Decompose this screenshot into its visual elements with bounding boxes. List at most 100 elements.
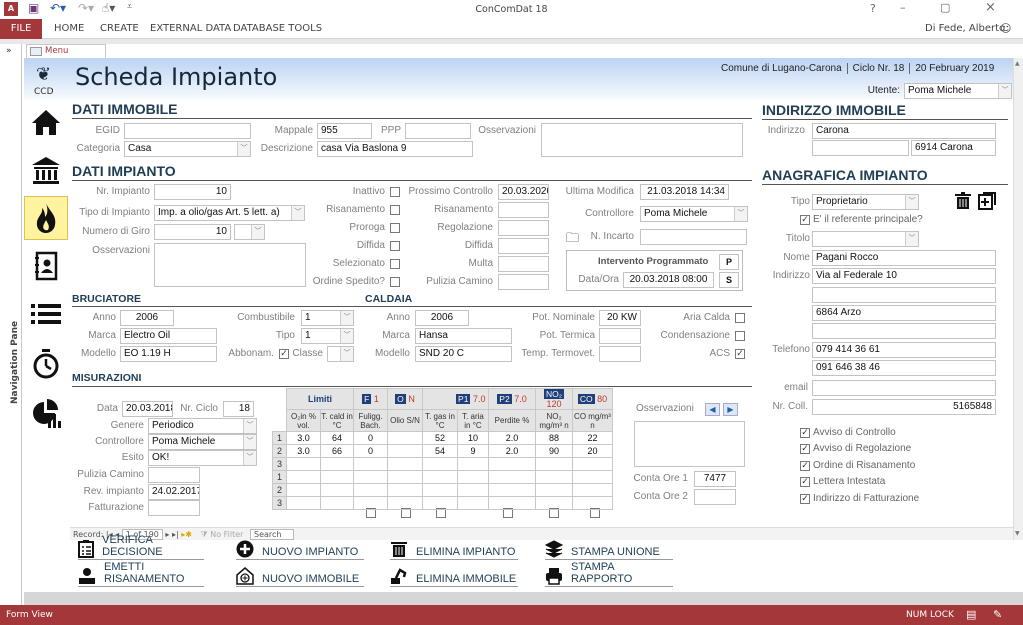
a-indirizzo-field[interactable]: Via al Federale 10	[812, 268, 996, 284]
proroga-checkbox[interactable]	[390, 223, 400, 233]
a-ind4-field[interactable]	[812, 323, 996, 339]
minimize-button[interactable]: –	[900, 1, 906, 14]
layout-view-icon[interactable]: ✎	[993, 605, 1002, 625]
table-cell[interactable]	[320, 496, 354, 510]
p-button[interactable]: P	[719, 254, 739, 270]
table-cell[interactable]: 64	[320, 431, 354, 445]
aria-calda-checkbox[interactable]	[735, 313, 745, 323]
table-cell[interactable]	[457, 457, 489, 471]
elimina-immobile-button[interactable]: ELIMINA IMMOBILE	[390, 567, 518, 587]
table-cell[interactable]: 3.0	[286, 431, 321, 445]
table-cell[interactable]	[422, 496, 458, 510]
table-cell[interactable]	[286, 470, 321, 484]
table-cell[interactable]	[320, 457, 354, 471]
table-cell[interactable]: 90	[535, 444, 573, 458]
m-pulizia-field[interactable]	[148, 467, 200, 483]
table-cell[interactable]	[572, 496, 613, 510]
table-cell[interactable]	[387, 483, 423, 497]
help-icon[interactable]: ?	[870, 2, 876, 15]
s-button[interactable]: S	[719, 272, 739, 288]
table-cell[interactable]: 66	[320, 444, 354, 458]
nome-field[interactable]: Pagani Rocco	[812, 250, 996, 266]
chevron-down-icon[interactable]: ﹀	[243, 419, 256, 433]
table-cell[interactable]	[353, 470, 388, 484]
table-cell[interactable]	[572, 457, 613, 471]
table-cell[interactable]	[535, 457, 573, 471]
c-anno-field[interactable]: 2006	[415, 310, 469, 326]
table-cell[interactable]	[353, 483, 388, 497]
table-cell[interactable]: 2.0	[488, 431, 536, 445]
table-cell[interactable]: 0	[353, 444, 388, 458]
nr-coll-field[interactable]: 5165848	[812, 399, 996, 415]
chevron-down-icon[interactable]: ﹀	[905, 195, 918, 209]
table-cell[interactable]	[320, 470, 354, 484]
tab-external-data[interactable]: EXTERNAL DATA	[150, 19, 231, 39]
table-cell[interactable]	[535, 470, 573, 484]
genere-combo[interactable]: Periodico ﹀	[148, 418, 257, 434]
stampa-unione-button[interactable]: STAMPA UNIONE	[545, 540, 673, 560]
diffida-checkbox[interactable]	[390, 241, 400, 251]
table-cell[interactable]	[572, 483, 613, 497]
rev-impianto-field[interactable]: 24.02.2017	[148, 484, 200, 500]
table-cell[interactable]	[286, 496, 321, 510]
table-cell[interactable]	[457, 496, 489, 510]
fatturazione-field[interactable]	[148, 500, 200, 516]
table-cell[interactable]	[457, 470, 489, 484]
table-cell[interactable]	[387, 444, 423, 458]
prev-record-arrow[interactable]: ◀	[705, 403, 720, 416]
numero-giro-field[interactable]: 10	[154, 224, 231, 240]
risanamento-checkbox[interactable]	[390, 205, 400, 215]
a-tipo-combo[interactable]: Proprietario ﹀	[812, 194, 919, 210]
verifica-decisione-button[interactable]: VERIFICA DECISIONE	[78, 534, 204, 560]
telefono-field[interactable]: 079 414 36 61	[812, 342, 996, 358]
table-cell[interactable]: 22	[572, 431, 613, 445]
nuovo-immobile-button[interactable]: NUOVO IMMOBILE	[236, 567, 364, 587]
titolo-combo[interactable]: ﹀	[812, 231, 919, 247]
form-view-icon[interactable]: ▤	[966, 605, 976, 625]
vertical-scrollbar[interactable]: ▲ ▼	[1013, 58, 1023, 540]
avviso-controllo-checkbox[interactable]: ✓	[800, 428, 810, 438]
multa-field[interactable]	[498, 256, 549, 272]
emetti-risanamento-button[interactable]: EMETTI RISANAMENTO	[78, 561, 204, 587]
record-search-input[interactable]: Search	[249, 529, 295, 540]
utente-combo[interactable]: Poma Michele ﹀	[904, 83, 1012, 99]
table-cell[interactable]: 0	[353, 431, 388, 445]
table-cell[interactable]: 10	[457, 431, 489, 445]
tab-home[interactable]: HOME	[54, 19, 84, 39]
nav-pane-toggle[interactable]: »	[6, 46, 12, 56]
table-cell[interactable]	[387, 431, 423, 445]
conta-ore1-field[interactable]: 7477	[694, 471, 736, 487]
avviso-regolazione-checkbox[interactable]: ✓	[800, 444, 810, 454]
selezionato-checkbox[interactable]	[390, 259, 400, 269]
table-cell[interactable]: 2.0	[488, 444, 536, 458]
table-cell[interactable]	[387, 496, 423, 510]
chevron-down-icon[interactable]: ﹀	[243, 435, 256, 449]
table-cell[interactable]: 54	[422, 444, 458, 458]
table-cell[interactable]	[488, 496, 536, 510]
tab-create[interactable]: CREATE	[100, 19, 139, 39]
lettera-intestata-checkbox[interactable]: ✓	[800, 477, 810, 487]
table-cell[interactable]: 88	[535, 431, 573, 445]
close-button[interactable]: ×	[985, 0, 996, 15]
ind-imm-cap-field[interactable]: 6914 Carona	[911, 140, 996, 156]
nr-impianto-field[interactable]: 10	[154, 184, 231, 200]
table-cell[interactable]	[286, 457, 321, 471]
nr-ciclo-field[interactable]: 18	[223, 401, 254, 417]
tab-file[interactable]: FILE	[0, 19, 42, 39]
condensazione-checkbox[interactable]	[735, 331, 745, 341]
descrizione-field[interactable]: casa Via Baslona 9	[317, 141, 473, 157]
table-cell[interactable]	[353, 457, 388, 471]
tab-menu-principale[interactable]: Menu Principale	[26, 44, 106, 69]
referente-checkbox[interactable]: ✓	[800, 215, 810, 225]
table-cell[interactable]: 52	[422, 431, 458, 445]
filter-indicator[interactable]: ⧩ No Filter	[201, 530, 244, 539]
table-cell[interactable]	[572, 470, 613, 484]
table-cell[interactable]	[535, 496, 573, 510]
acs-checkbox[interactable]: ✓	[735, 349, 745, 359]
telefono2-field[interactable]: 091 646 38 46	[812, 360, 996, 376]
table-cell[interactable]: 3.0	[286, 444, 321, 458]
table-cell[interactable]: 9	[457, 444, 489, 458]
indirizzo-fatturazione-checkbox[interactable]: ✓	[800, 494, 810, 504]
table-cell[interactable]	[457, 483, 489, 497]
table-cell[interactable]	[422, 470, 458, 484]
